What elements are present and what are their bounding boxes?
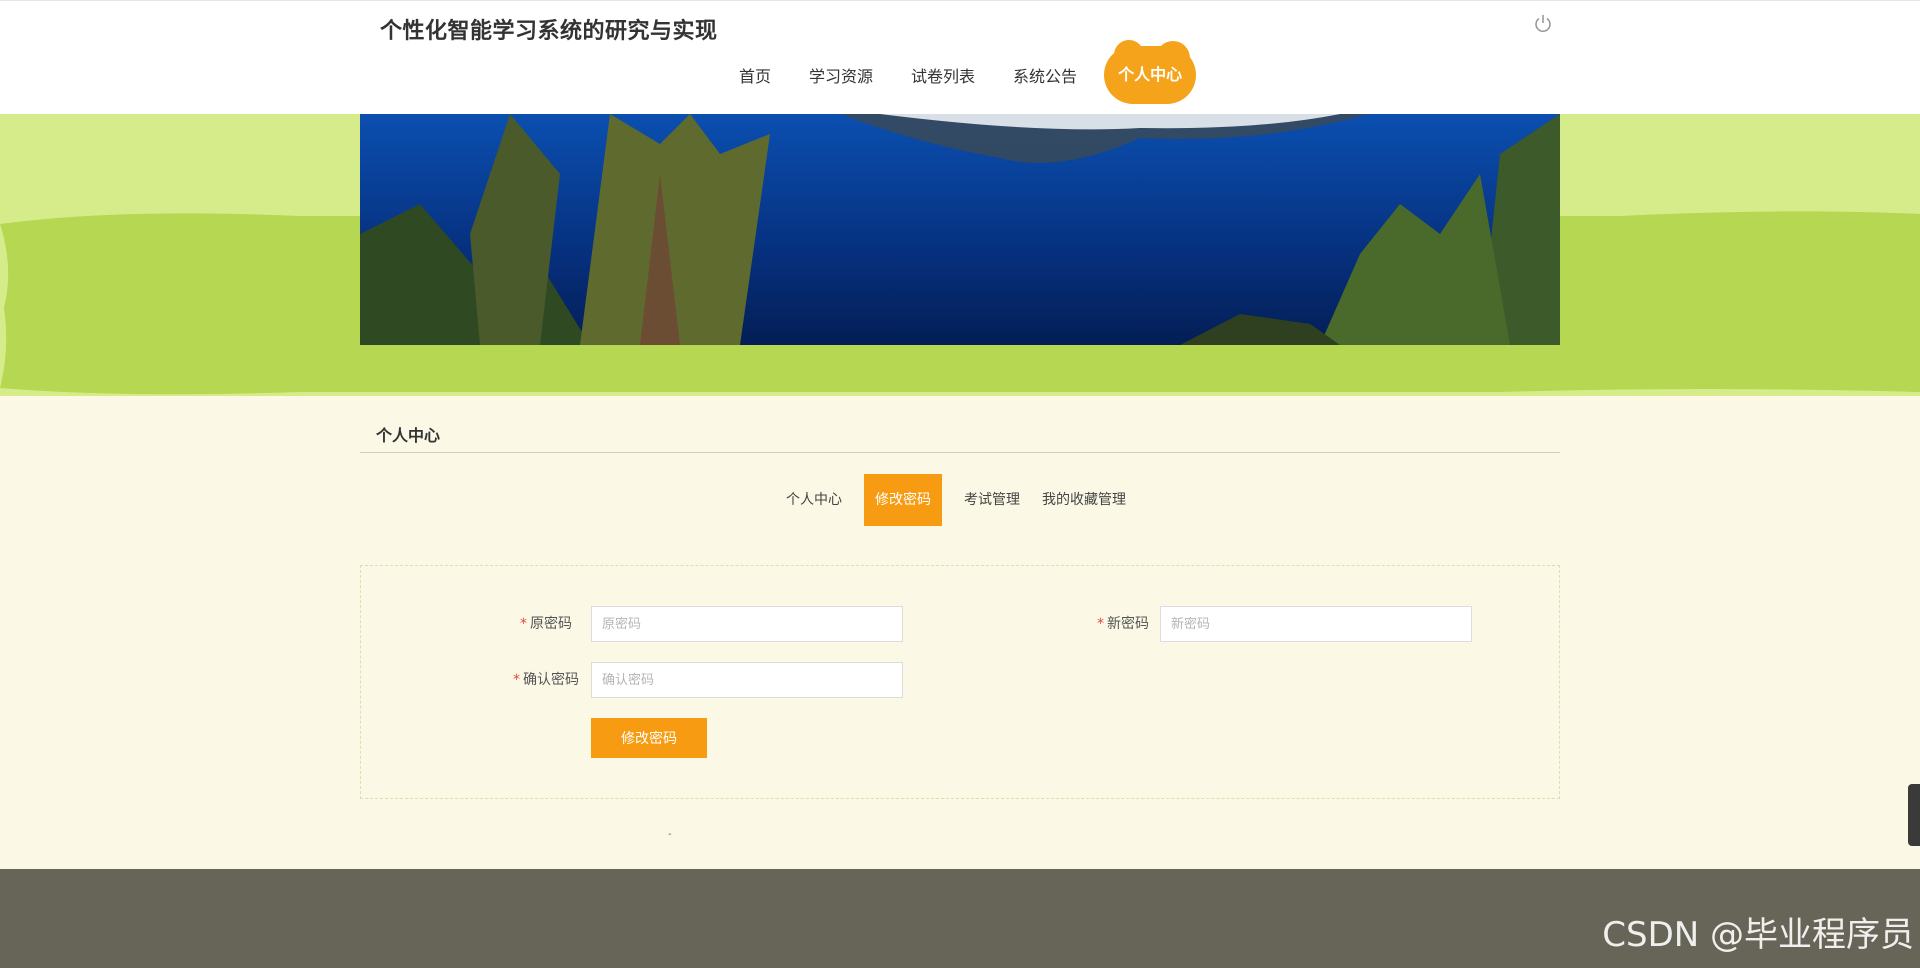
profile-tabs: 个人中心 修改密码 考试管理 我的收藏管理 bbox=[775, 474, 1137, 526]
banner-image-lake bbox=[360, 114, 1560, 345]
tab-personal-center[interactable]: 个人中心 bbox=[775, 474, 853, 526]
top-header: 个性化智能学习系统的研究与实现 首页 学习资源 试卷列表 系统公告 个人中心 bbox=[0, 0, 1920, 114]
tab-exam-management[interactable]: 考试管理 bbox=[953, 474, 1031, 526]
nav-home[interactable]: 首页 bbox=[720, 63, 790, 87]
page-footer: CSDN @毕业程序员 bbox=[0, 869, 1920, 968]
nav-learning-resources[interactable]: 学习资源 bbox=[790, 63, 892, 87]
nav-exam-papers[interactable]: 试卷列表 bbox=[892, 63, 994, 87]
site-title: 个性化智能学习系统的研究与实现 bbox=[380, 19, 718, 44]
section-title: 个人中心 bbox=[376, 426, 441, 445]
required-mark: * bbox=[520, 616, 527, 632]
side-scroll-handle[interactable] bbox=[1908, 784, 1920, 846]
tab-favorites-management[interactable]: 我的收藏管理 bbox=[1031, 474, 1137, 526]
change-password-submit-button[interactable]: 修改密码 bbox=[591, 718, 707, 758]
new-password-input[interactable] bbox=[1160, 606, 1472, 642]
section-divider bbox=[360, 452, 1560, 453]
confirm-password-label: * 确认密码 bbox=[513, 672, 579, 688]
required-mark: * bbox=[1097, 616, 1104, 632]
old-password-label: * 原密码 bbox=[520, 616, 572, 632]
tab-change-password[interactable]: 修改密码 bbox=[864, 474, 942, 526]
watermark-text: CSDN @毕业程序员 bbox=[1602, 915, 1914, 955]
logout-power-icon[interactable] bbox=[1532, 13, 1554, 35]
nav-personal-center[interactable]: 个人中心 bbox=[1104, 40, 1197, 104]
nav-announcements[interactable]: 系统公告 bbox=[994, 63, 1096, 87]
power-icon bbox=[1535, 15, 1551, 32]
main-nav: 首页 学习资源 试卷列表 系统公告 个人中心 bbox=[720, 40, 1197, 105]
old-password-input[interactable] bbox=[591, 606, 903, 642]
confirm-password-input[interactable] bbox=[591, 662, 903, 698]
nav-personal-center-label: 个人中心 bbox=[1118, 65, 1183, 84]
required-mark: * bbox=[513, 672, 520, 688]
new-password-label: * 新密码 bbox=[1097, 616, 1149, 632]
footer-dot: - bbox=[668, 829, 672, 840]
